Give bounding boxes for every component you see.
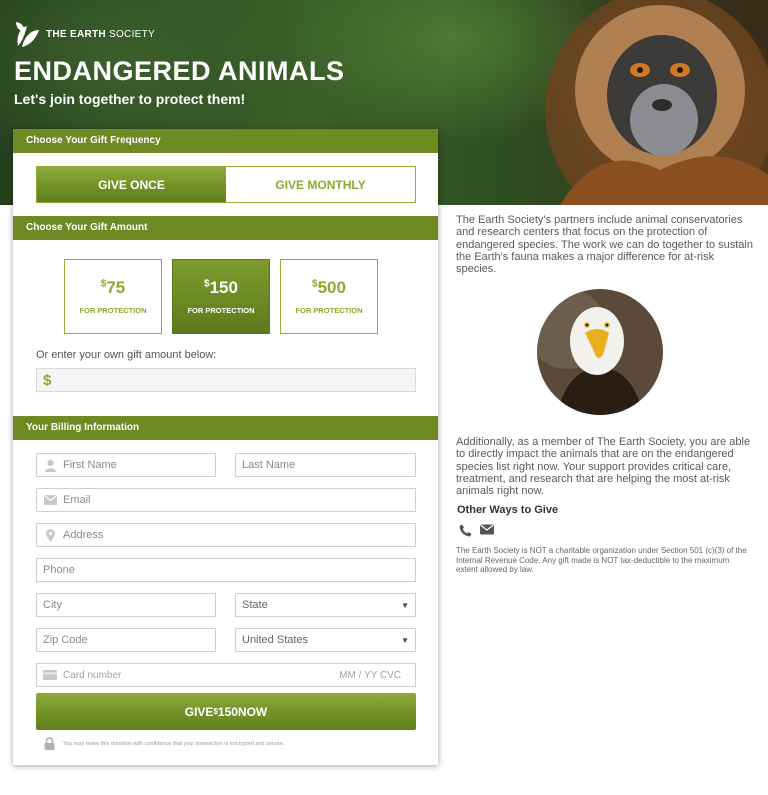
secure-note: You may make this donation with confiden…	[44, 737, 284, 750]
contact-icons	[459, 524, 494, 537]
custom-amount-input[interactable]: $	[36, 368, 416, 392]
zip-code-field[interactable]: Zip Code	[36, 628, 216, 652]
brand-logo[interactable]: THE EARTH SOCIETY	[14, 20, 155, 48]
amount-caption: FOR PROTECTION	[295, 306, 363, 315]
last-name-field[interactable]: Last Name	[235, 453, 416, 477]
phone-icon[interactable]	[459, 524, 472, 537]
envelope-icon[interactable]	[480, 524, 494, 535]
amount-value: $150	[204, 278, 238, 297]
leaf-logo-icon	[16, 22, 39, 47]
amount-option-150[interactable]: $150 FOR PROTECTION	[172, 259, 270, 334]
donation-form: Choose Your Gift Frequency GIVE ONCE GIV…	[13, 129, 438, 765]
amount-option-75[interactable]: $75 FOR PROTECTION	[64, 259, 162, 334]
amount-value: $75	[100, 278, 126, 297]
gift-frequency-header: Choose Your Gift Frequency	[13, 129, 438, 153]
info-paragraph-2: Additionally, as a member of The Earth S…	[456, 436, 751, 498]
eagle-photo	[537, 289, 663, 415]
give-once-button[interactable]: GIVE ONCE	[37, 167, 226, 202]
give-monthly-button[interactable]: GIVE MONTHLY	[226, 167, 415, 202]
credit-card-icon	[43, 668, 57, 682]
brand-name: THE EARTH SOCIETY	[46, 28, 155, 40]
info-paragraph-1: The Earth Society's partners include ani…	[456, 214, 753, 276]
dollar-icon: $	[43, 371, 52, 389]
amount-caption: FOR PROTECTION	[187, 306, 255, 315]
card-expiry-cvc: MM / YY CVC	[339, 670, 401, 681]
city-field[interactable]: City	[36, 593, 216, 617]
chevron-down-icon: ▼	[401, 636, 409, 645]
custom-amount-label: Or enter your own gift amount below:	[36, 349, 217, 361]
amount-option-500[interactable]: $500 FOR PROTECTION	[280, 259, 378, 334]
address-field[interactable]: Address	[36, 523, 416, 547]
first-name-field[interactable]: First Name	[36, 453, 216, 477]
card-number-field[interactable]: Card number MM / YY CVC	[36, 663, 416, 687]
other-ways-heading: Other Ways to Give	[457, 504, 559, 516]
gift-amount-options: $75 FOR PROTECTION $150 FOR PROTECTION $…	[64, 259, 378, 334]
state-select[interactable]: State ▼	[235, 593, 416, 617]
donation-page: THE EARTH SOCIETY ENDANGERED ANIMALS Let…	[0, 0, 768, 795]
person-icon	[43, 458, 57, 472]
page-title: ENDANGERED ANIMALS	[14, 56, 345, 86]
page-subtitle: Let's join together to protect them!	[14, 91, 246, 107]
chevron-down-icon: ▼	[401, 601, 409, 610]
country-select[interactable]: United States ▼	[235, 628, 416, 652]
phone-field[interactable]: Phone	[36, 558, 416, 582]
amount-caption: FOR PROTECTION	[79, 306, 147, 315]
amount-value: $500	[312, 278, 346, 297]
billing-info-header: Your Billing Information	[13, 416, 438, 440]
gift-amount-header: Choose Your Gift Amount	[13, 216, 438, 240]
give-now-button[interactable]: GIVE $150 NOW	[36, 693, 416, 730]
legal-disclaimer: The Earth Society is NOT a charitable or…	[456, 546, 747, 574]
lock-icon	[44, 737, 55, 750]
gift-frequency-toggle: GIVE ONCE GIVE MONTHLY	[36, 166, 416, 203]
location-pin-icon	[43, 528, 57, 542]
envelope-icon	[43, 493, 57, 507]
email-field[interactable]: Email	[36, 488, 416, 512]
